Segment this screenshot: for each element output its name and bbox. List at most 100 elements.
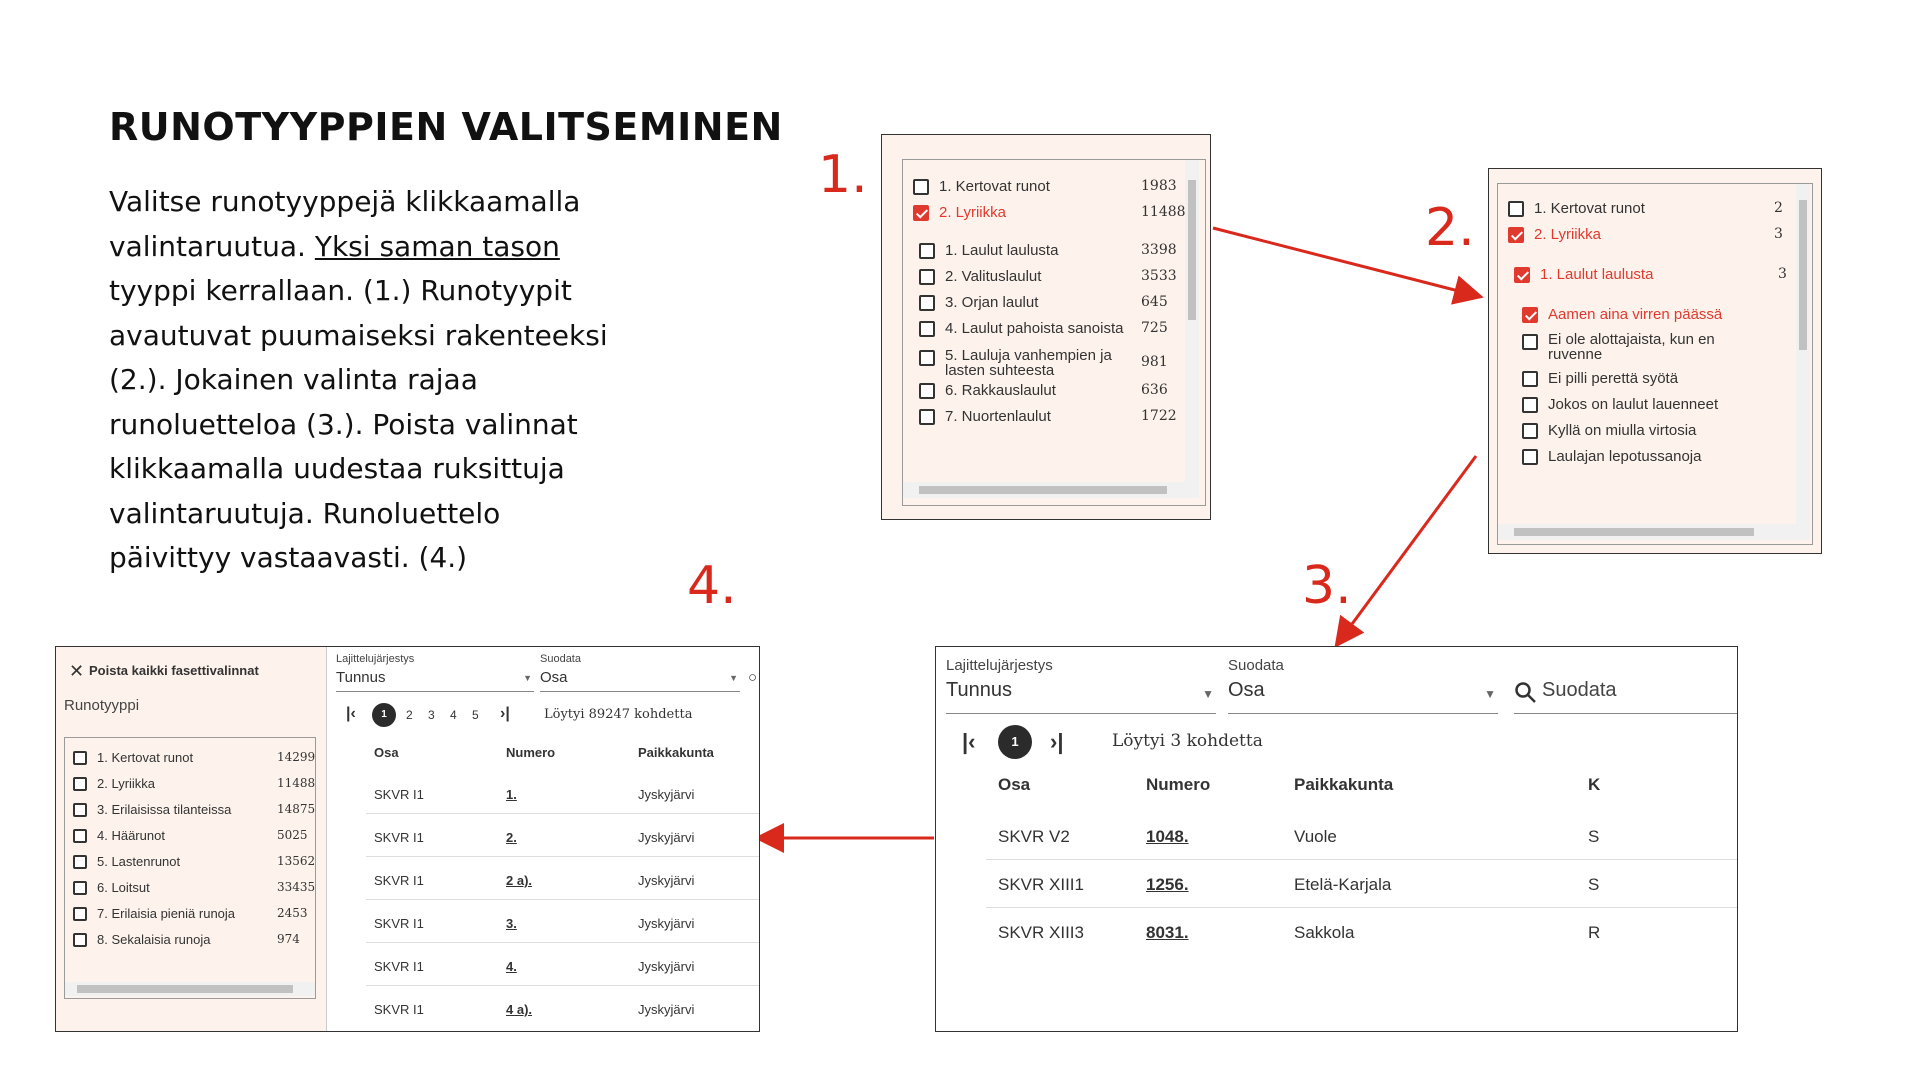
page-button[interactable]: 4 [450, 708, 457, 722]
cell-numero-link[interactable]: 1. [506, 787, 517, 802]
cell-numero-link[interactable]: 1256. [1146, 875, 1189, 895]
scrollbar-thumb[interactable] [1188, 180, 1196, 320]
filter-select[interactable]: Osa ▼ [1228, 679, 1498, 714]
cell-numero-link[interactable]: 3. [506, 916, 517, 931]
sort-select[interactable]: Tunnus ▼ [336, 669, 534, 692]
column-header[interactable]: K [1588, 775, 1600, 795]
facet-subitem[interactable]: 7. Nuortenlaulut [919, 408, 1051, 425]
scrollbar-thumb[interactable] [1514, 528, 1754, 536]
checkbox[interactable] [919, 320, 935, 337]
column-header[interactable]: Numero [1146, 775, 1210, 795]
facet-item[interactable]: 3. Erilaisissa tilanteissa [73, 802, 231, 817]
facet-subitem[interactable]: 4. Laulut pahoista sanoista [919, 320, 1123, 337]
checkbox[interactable] [73, 906, 87, 921]
checkbox[interactable] [73, 750, 87, 765]
column-header[interactable]: Osa [998, 775, 1030, 795]
cell-numero-link[interactable]: 4 a). [506, 1002, 532, 1017]
checkbox[interactable] [919, 408, 935, 425]
checkbox[interactable] [1522, 448, 1538, 465]
facet-leaf-item[interactable]: Ei ole alottajaista, kun en ruvenne [1522, 332, 1748, 362]
facet-item[interactable]: 1. Kertovat runot [1508, 200, 1645, 217]
facet-leaf-item[interactable]: Laulajan lepotussanoja [1522, 448, 1701, 465]
checkbox[interactable] [1522, 396, 1538, 413]
search-icon[interactable]: ○ [748, 669, 757, 686]
cell-numero-link[interactable]: 1048. [1146, 827, 1189, 847]
clear-all-facets-button[interactable]: Poista kaikki fasettivalinnat [89, 663, 259, 678]
first-page-button[interactable]: |‹ [346, 705, 356, 723]
checkbox[interactable] [73, 880, 87, 895]
facet-item[interactable]: 8. Sekalaisia runoja [73, 932, 210, 947]
checkbox[interactable] [73, 854, 87, 869]
column-header[interactable]: Numero [506, 745, 555, 760]
facet-leaf-item[interactable]: Ei pilli perettä syötä [1522, 370, 1678, 387]
page-button[interactable]: 5 [472, 708, 479, 722]
facet-subitem[interactable]: 5. Lauluja vanhempien ja lasten suhteest… [919, 348, 1115, 378]
facet-item[interactable]: 1. Kertovat runot [73, 750, 193, 765]
close-icon[interactable]: ✕ [69, 661, 84, 682]
sort-select[interactable]: Tunnus ▼ [946, 679, 1216, 714]
facet-leaf-item[interactable]: Jokos on laulut lauenneet [1522, 396, 1718, 413]
facet-subitem[interactable]: 1. Laulut laulusta [1514, 266, 1653, 283]
search-input[interactable]: Suodata [1514, 679, 1737, 714]
checkbox[interactable] [919, 242, 935, 259]
cell-numero-link[interactable]: 4. [506, 959, 517, 974]
page-button[interactable]: 3 [428, 708, 435, 722]
checkbox[interactable] [1522, 422, 1538, 439]
cell-numero-link[interactable]: 8031. [1146, 923, 1189, 943]
checkbox[interactable] [1522, 370, 1538, 387]
page-button-current[interactable]: 1 [372, 703, 396, 727]
facet-leaf-item[interactable]: Kyllä on miulla virtosia [1522, 422, 1696, 439]
facet-item[interactable]: 2. Lyriikka [1508, 226, 1601, 243]
horizontal-scrollbar[interactable] [65, 982, 315, 996]
column-header[interactable]: Paikkakunta [1294, 775, 1393, 795]
checkbox[interactable] [73, 828, 87, 843]
checkbox[interactable] [73, 776, 87, 791]
checkbox[interactable] [1522, 334, 1538, 350]
facet-item[interactable]: 2. Lyriikka [73, 776, 155, 791]
checkbox[interactable] [913, 178, 929, 195]
facet-item[interactable]: 5. Lastenrunot [73, 854, 180, 869]
checkbox[interactable] [919, 294, 935, 311]
checkbox[interactable] [1522, 306, 1538, 323]
checkbox[interactable] [919, 268, 935, 285]
checkbox[interactable] [913, 204, 929, 221]
checkbox[interactable] [1508, 226, 1524, 243]
scrollbar-thumb[interactable] [77, 985, 293, 993]
cell-numero-link[interactable]: 2 a). [506, 873, 532, 888]
horizontal-scrollbar[interactable] [903, 482, 1199, 498]
checkbox[interactable] [73, 932, 87, 947]
facet-item[interactable]: 7. Erilaisia pieniä runoja [73, 906, 235, 921]
page-button[interactable]: 2 [406, 708, 413, 722]
checkbox[interactable] [73, 802, 87, 817]
scrollbar-thumb[interactable] [919, 486, 1167, 494]
column-header[interactable]: Paikkakunta [638, 745, 714, 760]
vertical-scrollbar[interactable] [1796, 184, 1810, 524]
facet-subitem[interactable]: 1. Laulut laulusta [919, 242, 1058, 259]
checkbox[interactable] [919, 350, 935, 366]
filter-select[interactable]: Osa ▼ [540, 669, 740, 692]
facet-leaf-item[interactable]: Aamen aina virren päässä [1522, 306, 1722, 323]
checkbox[interactable] [1514, 266, 1530, 283]
last-page-button[interactable]: ›| [1050, 729, 1063, 755]
cell-osa: SKVR I1 [374, 873, 424, 888]
vertical-scrollbar[interactable] [1185, 160, 1199, 482]
sort-label: Lajittelujärjestys [946, 657, 1053, 674]
facet-subitem[interactable]: 3. Orjan laulut [919, 294, 1038, 311]
screenshot-step-3: Lajittelujärjestys Tunnus ▼ Suodata Osa … [935, 646, 1738, 1032]
first-page-button[interactable]: |‹ [962, 729, 975, 755]
cell-paikkakunta: Jyskyjärvi [638, 787, 695, 802]
column-header[interactable]: Osa [374, 745, 399, 760]
horizontal-scrollbar[interactable] [1498, 524, 1810, 540]
scrollbar-thumb[interactable] [1799, 200, 1807, 350]
last-page-button[interactable]: ›| [500, 705, 510, 723]
facet-item[interactable]: 4. Häärunot [73, 828, 165, 843]
facet-subitem[interactable]: 2. Valituslaulut [919, 268, 1041, 285]
checkbox[interactable] [1508, 200, 1524, 217]
facet-item[interactable]: 6. Loitsut [73, 880, 150, 895]
facet-item[interactable]: 1. Kertovat runot [913, 178, 1050, 195]
page-button-current[interactable]: 1 [998, 725, 1032, 759]
checkbox[interactable] [919, 382, 935, 399]
facet-subitem[interactable]: 6. Rakkauslaulut [919, 382, 1056, 399]
cell-numero-link[interactable]: 2. [506, 830, 517, 845]
facet-item[interactable]: 2. Lyriikka [913, 204, 1006, 221]
